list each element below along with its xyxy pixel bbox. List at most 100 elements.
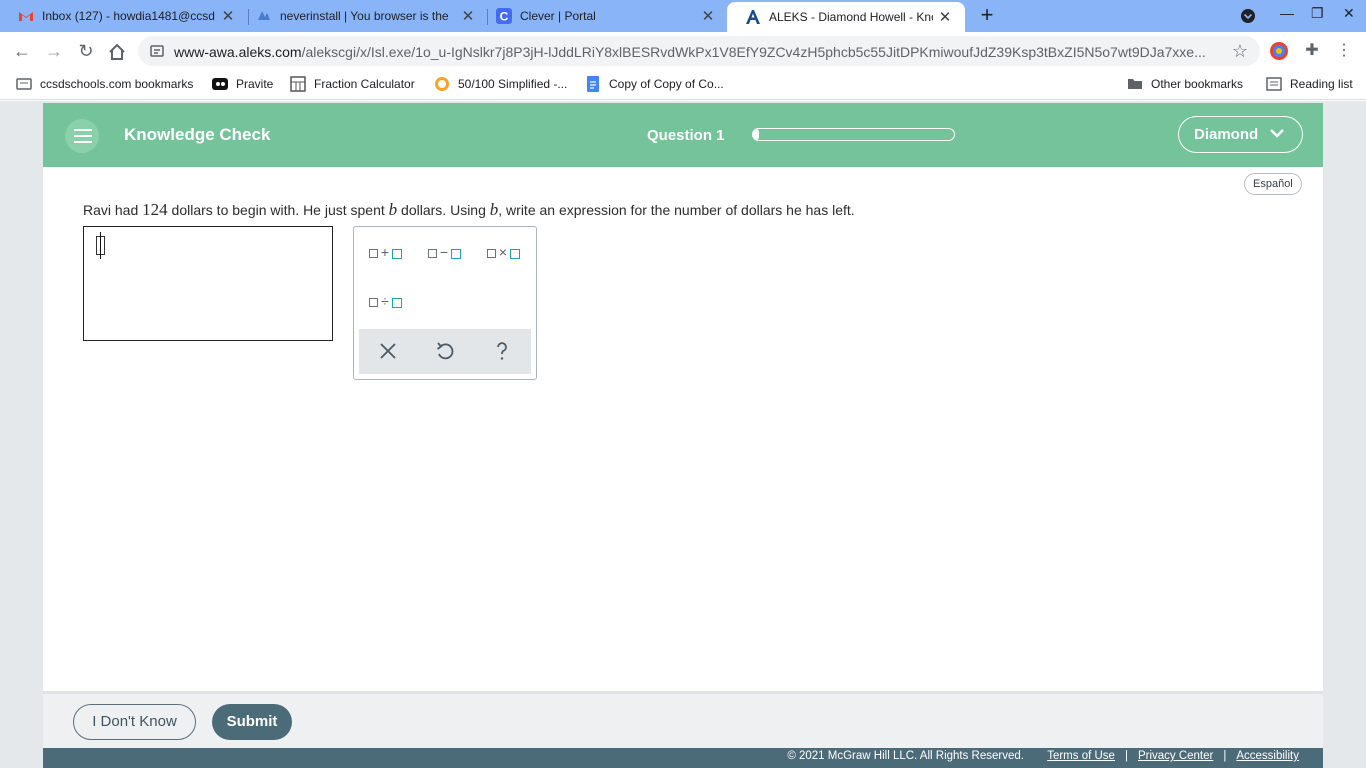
reading-list-label: Reading list (1290, 77, 1353, 91)
key-operator: − (439, 244, 449, 260)
address-bar[interactable]: www-awa.aleks.com/alekscgi/x/Isl.exe/1o_… (138, 36, 1260, 66)
bookmark-fraction-calculator[interactable]: Fraction Calculator (290, 76, 415, 92)
close-tab-icon[interactable]: ✕ (216, 7, 240, 25)
url-domain: www-awa.aleks.com (174, 44, 302, 60)
question-variable: b (388, 200, 398, 219)
tab-search-icon[interactable] (1240, 8, 1256, 24)
clever-icon: C (496, 8, 512, 24)
app-footer: I Don't Know Submit (43, 691, 1323, 748)
svg-text:C: C (500, 10, 509, 24)
submit-button[interactable]: Submit (212, 704, 292, 740)
bookmark-pravite[interactable]: Pravite (212, 76, 273, 92)
text-cursor (100, 232, 101, 259)
tab-title: Inbox (127) - howdia1481@ccsd (42, 9, 215, 23)
chevron-down-icon (1270, 129, 1284, 138)
extension-color-icon[interactable] (1269, 41, 1289, 61)
answer-input[interactable] (83, 226, 333, 341)
terms-of-use-link[interactable]: Terms of Use (1047, 750, 1115, 762)
tab-neverinstall[interactable]: neverinstall | You browser is the ✕ (238, 0, 488, 32)
tab-title: neverinstall | You browser is the (280, 9, 449, 23)
site-info-icon[interactable] (150, 44, 164, 58)
question-text-part: dollars. Using (397, 202, 490, 218)
aleks-app: Knowledge Check Question 1 Diamond Españ… (43, 103, 1323, 768)
folder-icon (1128, 79, 1142, 89)
back-icon[interactable]: ← (10, 39, 34, 63)
question-text-part: dollars to begin with. He just spent (167, 202, 389, 218)
pravite-icon (212, 78, 228, 90)
bookmarks-bar: ccsdschools.com bookmarks Pravite Fracti… (0, 70, 1366, 100)
question-text: Ravi had 124 dollars to begin with. He j… (83, 200, 855, 220)
question-label: Question 1 (647, 127, 725, 144)
tab-clever[interactable]: C Clever | Portal ✕ (478, 0, 728, 32)
math-keypad: + − × ÷ (353, 226, 537, 380)
multiply-template-key[interactable]: × (482, 238, 526, 268)
menu-kebab-icon[interactable]: ⋮ (1332, 39, 1356, 63)
other-bookmarks[interactable]: Other bookmarks (1127, 76, 1243, 92)
copyright-text: © 2021 McGraw Hill LLC. All Rights Reser… (787, 750, 1024, 762)
bookmark-copy-of-copy[interactable]: Copy of Copy of Co... (585, 76, 724, 92)
clear-icon[interactable] (376, 339, 400, 363)
subtract-template-key[interactable]: − (423, 238, 467, 268)
url-path: /alekscgi/x/Isl.exe/1o_u-IgNslkr7j8P3jH-… (301, 44, 1206, 60)
key-operator: × (498, 244, 508, 260)
question-text-part: Ravi had (83, 202, 143, 218)
calculator-icon (290, 76, 306, 92)
home-icon[interactable] (107, 42, 127, 62)
restore-icon[interactable]: ❐ (1311, 5, 1324, 22)
other-bookmarks-label: Other bookmarks (1151, 77, 1244, 91)
bookmark-simplified[interactable]: 50/100 Simplified -... (434, 76, 567, 92)
bookmark-label: ccsdschools.com bookmarks (40, 77, 194, 91)
key-operator: + (380, 244, 390, 260)
url-text: www-awa.aleks.com/alekscgi/x/Isl.exe/1o_… (174, 44, 1224, 60)
question-amount: 124 (142, 200, 168, 219)
espanol-button[interactable]: Español (1244, 173, 1302, 195)
accessibility-link[interactable]: Accessibility (1236, 750, 1299, 762)
reading-list-icon (1266, 77, 1282, 91)
reading-list[interactable]: Reading list (1266, 76, 1353, 92)
docs-icon (587, 76, 599, 92)
tab-title: Clever | Portal (520, 9, 596, 23)
extensions-puzzle-icon[interactable]: ✚ (1300, 39, 1324, 63)
aleks-icon (746, 10, 760, 24)
simplified-icon (435, 77, 449, 91)
close-window-icon[interactable]: ✕ (1343, 5, 1355, 22)
bookmark-ccsdschools[interactable]: ccsdschools.com bookmarks (16, 76, 193, 92)
user-name: Diamond (1194, 126, 1259, 143)
legal-bar: © 2021 McGraw Hill LLC. All Rights Reser… (43, 748, 1323, 768)
new-tab-icon[interactable]: + (976, 4, 998, 28)
i-dont-know-button[interactable]: I Don't Know (73, 704, 196, 740)
progress-fill (753, 129, 760, 140)
bookmark-star-icon[interactable]: ☆ (1232, 41, 1248, 62)
bookmark-label: 50/100 Simplified -... (458, 77, 568, 91)
tab-title: ALEKS - Diamond Howell - Know (769, 10, 933, 24)
minimize-icon[interactable]: — (1280, 5, 1294, 21)
bookmark-folder-icon (16, 78, 32, 90)
close-tab-icon[interactable]: ✕ (696, 7, 720, 25)
question-text-part: , write an expression for the number of … (498, 202, 855, 218)
add-template-key[interactable]: + (364, 238, 408, 268)
bookmark-label: Copy of Copy of Co... (609, 77, 724, 91)
browser-toolbar: ← → ↻ www-awa.aleks.com/alekscgi/x/Isl.e… (0, 32, 1366, 70)
progress-bar (752, 128, 955, 141)
bookmark-label: Fraction Calculator (314, 77, 415, 91)
key-operator: ÷ (381, 293, 389, 309)
help-icon[interactable] (490, 339, 514, 363)
close-tab-icon[interactable]: ✕ (933, 8, 957, 26)
neverinstall-icon (258, 11, 270, 20)
keypad-actions (359, 329, 531, 374)
user-menu-button[interactable]: Diamond (1178, 116, 1303, 153)
browser-tab-bar: Inbox (127) - howdia1481@ccsd ✕ neverins… (0, 0, 1366, 32)
tab-gmail[interactable]: Inbox (127) - howdia1481@ccsd ✕ (0, 0, 248, 32)
undo-icon[interactable] (433, 339, 457, 363)
page-title: Knowledge Check (124, 125, 271, 144)
question-variable: b (489, 200, 499, 219)
divide-template-key[interactable]: ÷ (364, 287, 408, 317)
privacy-center-link[interactable]: Privacy Center (1138, 750, 1213, 762)
bookmark-label: Pravite (236, 77, 274, 91)
tab-aleks[interactable]: ALEKS - Diamond Howell - Know ✕ (727, 2, 965, 32)
reload-icon[interactable]: ↻ (74, 39, 98, 63)
forward-icon[interactable]: → (42, 39, 66, 63)
close-tab-icon[interactable]: ✕ (456, 7, 480, 25)
hamburger-menu-icon[interactable] (65, 119, 99, 153)
app-header: Knowledge Check Question 1 Diamond (43, 103, 1323, 167)
